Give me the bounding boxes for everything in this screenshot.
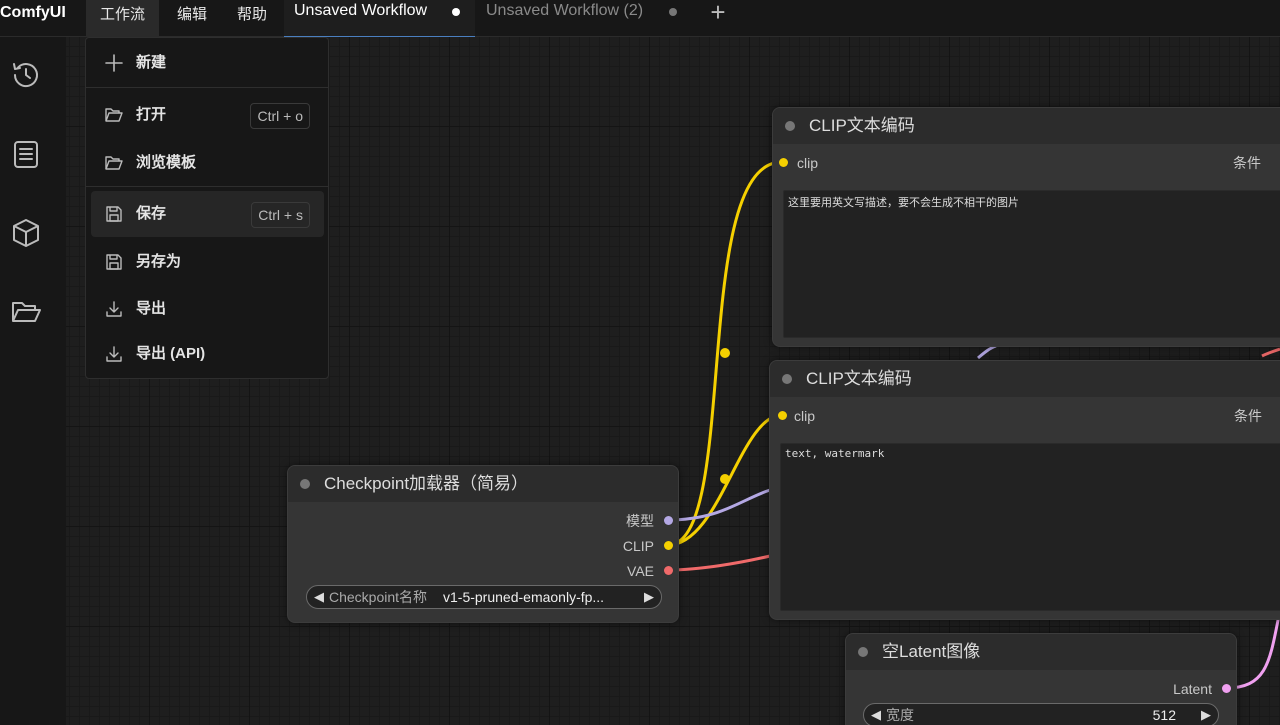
input-label-clip: clip: [797, 155, 819, 171]
workflow-dropdown-menu: 新建 打开 Ctrl + o 浏览模板 保存 Ctrl + s 另存为 导出 导…: [85, 37, 329, 379]
top-bar: ComfyUI 工作流 编辑 帮助 Unsaved Workflow Unsav…: [0, 0, 1280, 37]
menu-item-open[interactable]: 打开 Ctrl + o: [91, 92, 324, 138]
tab-unsaved-workflow[interactable]: Unsaved Workflow: [284, 0, 475, 37]
node-clip-text-encode-positive[interactable]: CLIP文本编码 clip 条件 这里要用英文写描述，要不会生成不相干的图片: [772, 107, 1280, 347]
input-label-clip: clip: [794, 408, 816, 424]
output-label-vae: VAE: [627, 563, 654, 579]
output-label-model: 模型: [626, 513, 654, 529]
widget-label: Checkpoint名称: [329, 589, 428, 605]
menu-divider: [86, 87, 328, 88]
unsaved-dot-icon: [669, 8, 677, 16]
widget-label: 宽度: [886, 707, 914, 723]
menu-item-new[interactable]: 新建: [91, 40, 324, 86]
app-logo: ComfyUI: [0, 4, 66, 21]
node-collapse-dot-icon[interactable]: [858, 647, 868, 657]
arrow-left-icon[interactable]: ◀: [314, 586, 324, 608]
menu-item-export[interactable]: 导出: [91, 286, 324, 332]
node-title: CLIP文本编码: [809, 116, 915, 135]
node-checkpoint-loader[interactable]: Checkpoint加载器（简易） 模型 CLIP VAE ◀ Checkpoi…: [287, 465, 679, 623]
menu-edit[interactable]: 编辑: [163, 0, 221, 37]
plus-icon: [105, 54, 123, 72]
document-list-icon[interactable]: [10, 138, 42, 170]
save-icon: [106, 254, 122, 270]
node-title: Checkpoint加载器（简易）: [324, 474, 529, 493]
download-icon: [106, 346, 122, 362]
output-slot-dot-icon[interactable]: [664, 566, 673, 575]
menu-workflow[interactable]: 工作流: [86, 0, 159, 37]
arrow-left-icon[interactable]: ◀: [871, 704, 881, 725]
tab-label: Unsaved Workflow: [294, 2, 428, 19]
arrow-right-icon[interactable]: ▶: [644, 586, 654, 608]
download-icon: [106, 301, 122, 317]
checkpoint-name-combo[interactable]: ◀ Checkpoint名称 v1-5-pruned-emaonly-fp...…: [306, 585, 662, 609]
node-title: CLIP文本编码: [806, 369, 912, 388]
input-slot-dot-icon[interactable]: [778, 411, 787, 420]
menu-divider: [86, 186, 328, 187]
prompt-textarea[interactable]: text, watermark: [780, 443, 1280, 611]
add-tab-plus-icon[interactable]: +: [706, 0, 730, 26]
left-sidebar: [0, 37, 66, 725]
node-collapse-dot-icon[interactable]: [785, 121, 795, 131]
folder-open-icon[interactable]: [10, 296, 42, 328]
output-slot-dot-icon[interactable]: [664, 516, 673, 525]
tab-label: Unsaved Workflow (2): [486, 2, 644, 19]
history-icon[interactable]: [10, 59, 42, 91]
shortcut-badge: Ctrl + s: [251, 202, 310, 228]
widget-value: 512: [1152, 707, 1176, 723]
unsaved-dot-icon: [452, 8, 460, 16]
output-label-latent: Latent: [1173, 681, 1212, 697]
menu-help[interactable]: 帮助: [224, 0, 280, 37]
menu-item-export-api[interactable]: 导出 (API): [91, 331, 324, 377]
tab-unsaved-workflow-2[interactable]: Unsaved Workflow (2): [476, 0, 692, 37]
widget-value: v1-5-pruned-emaonly-fp...: [443, 589, 605, 605]
output-slot-dot-icon[interactable]: [664, 541, 673, 550]
width-number-widget[interactable]: ◀ 宽度 512 ▶: [863, 703, 1219, 725]
arrow-right-icon[interactable]: ▶: [1201, 704, 1211, 725]
input-slot-dot-icon[interactable]: [779, 158, 788, 167]
prompt-textarea[interactable]: 这里要用英文写描述，要不会生成不相干的图片: [783, 190, 1280, 338]
output-label-conditioning: 条件: [1234, 408, 1262, 424]
save-icon: [106, 206, 122, 222]
node-title: 空Latent图像: [882, 642, 981, 661]
folder-open-icon: [105, 156, 123, 170]
output-label-clip: CLIP: [622, 538, 654, 554]
menu-item-save[interactable]: 保存 Ctrl + s: [91, 191, 324, 237]
output-slot-dot-icon[interactable]: [1222, 684, 1231, 693]
node-collapse-dot-icon[interactable]: [300, 479, 310, 489]
node-collapse-dot-icon[interactable]: [782, 374, 792, 384]
node-clip-text-encode-negative[interactable]: CLIP文本编码 clip 条件 text, watermark: [769, 360, 1280, 620]
menu-item-browse-templates[interactable]: 浏览模板: [91, 140, 324, 186]
menu-item-save-as[interactable]: 另存为: [91, 239, 324, 285]
node-empty-latent-image[interactable]: 空Latent图像 Latent ◀ 宽度 512 ▶: [845, 633, 1237, 725]
shortcut-badge: Ctrl + o: [250, 103, 310, 129]
cube-icon[interactable]: [10, 217, 42, 249]
folder-open-icon: [105, 108, 123, 122]
output-label-conditioning: 条件: [1233, 155, 1261, 171]
